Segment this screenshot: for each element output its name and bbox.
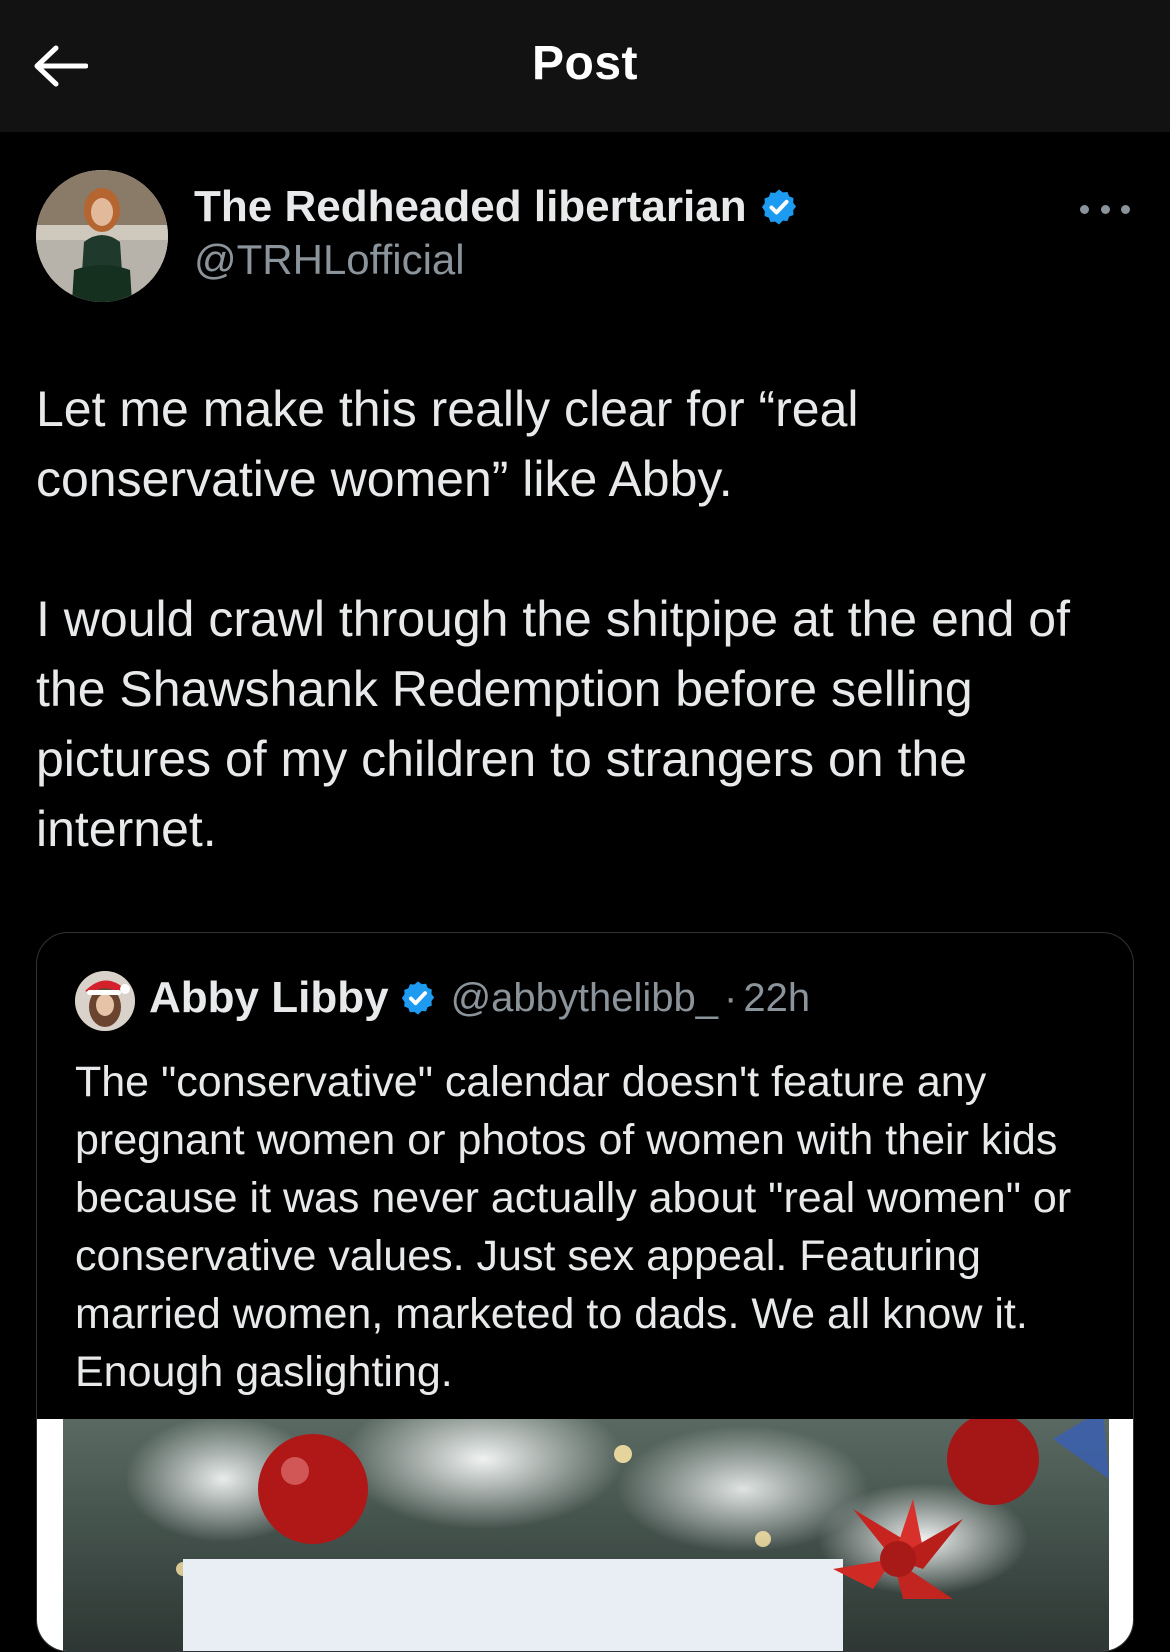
author-name-text: The Redheaded libertarian — [194, 182, 747, 231]
avatar-image — [36, 170, 168, 302]
author-name[interactable]: The Redheaded libertarian — [194, 182, 799, 232]
author-handle[interactable]: @TRHLofficial — [194, 236, 465, 284]
more-options-button[interactable] — [1080, 196, 1130, 222]
page-title: Post — [531, 37, 638, 90]
quoted-media-image — [63, 1419, 1109, 1651]
more-dot-icon — [1121, 204, 1130, 214]
quoted-author-handle: @abbythelibb_ — [450, 975, 719, 1020]
quoted-avatar-image — [75, 971, 135, 1031]
quoted-avatar — [75, 971, 135, 1031]
quoted-post-text: The "conservative" calendar doesn't feat… — [75, 1058, 1072, 1396]
quoted-post[interactable]: Abby Libby @abbythelibb_ · 22h The "cons… — [36, 932, 1134, 1652]
verified-badge-icon — [761, 189, 796, 225]
avatar[interactable] — [36, 170, 168, 302]
quoted-header: Abby Libby @abbythelibb_ · 22h — [149, 973, 810, 1023]
verified-badge-icon — [401, 981, 434, 1015]
christmas-photo-image — [176, 1419, 1109, 1651]
quoted-media[interactable] — [37, 1419, 1133, 1651]
top-bar: Post — [0, 0, 1170, 132]
more-dot-icon — [1080, 204, 1089, 214]
post-text: Let me make this really clear for “real … — [36, 381, 1070, 857]
more-dot-icon — [1100, 204, 1110, 214]
quoted-separator: · — [724, 975, 738, 1020]
quoted-author-name: Abby Libby — [149, 973, 389, 1022]
quoted-timestamp: 22h — [743, 975, 811, 1020]
